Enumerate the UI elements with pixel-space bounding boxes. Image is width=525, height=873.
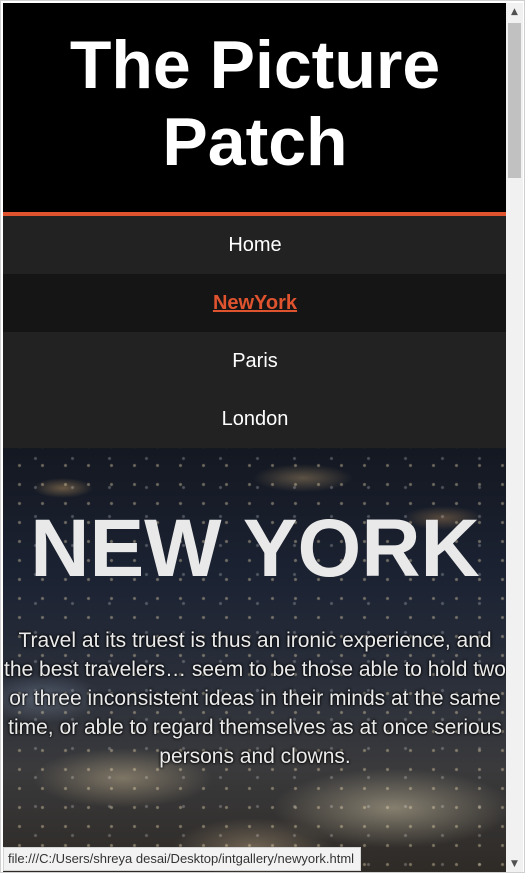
main-nav: Home NewYork Paris London bbox=[3, 216, 507, 448]
hero-title: NEW YORK bbox=[30, 503, 480, 594]
page: The Picture Patch Home NewYork Paris Lon… bbox=[3, 3, 507, 872]
nav-item-london[interactable]: London bbox=[3, 390, 507, 448]
hero-quote: Travel at its truest is thus an ironic e… bbox=[4, 629, 506, 768]
nav-item-paris[interactable]: Paris bbox=[3, 332, 507, 390]
browser-viewport: The Picture Patch Home NewYork Paris Lon… bbox=[0, 0, 525, 873]
site-title: The Picture Patch bbox=[69, 26, 441, 180]
scroll-up-arrow-icon[interactable]: ▲ bbox=[506, 3, 523, 20]
vertical-scrollbar[interactable]: ▲ ▼ bbox=[506, 3, 523, 872]
nav-item-home[interactable]: Home bbox=[3, 216, 507, 274]
scroll-down-arrow-icon[interactable]: ▼ bbox=[506, 855, 523, 872]
scroll-thumb[interactable] bbox=[508, 23, 521, 178]
nav-item-newyork[interactable]: NewYork bbox=[3, 274, 507, 332]
status-bar-url: file:///C:/Users/shreya desai/Desktop/in… bbox=[3, 847, 362, 871]
site-header: The Picture Patch bbox=[3, 3, 507, 216]
hero-section: NEW YORK Travel at its truest is thus an… bbox=[3, 448, 507, 872]
